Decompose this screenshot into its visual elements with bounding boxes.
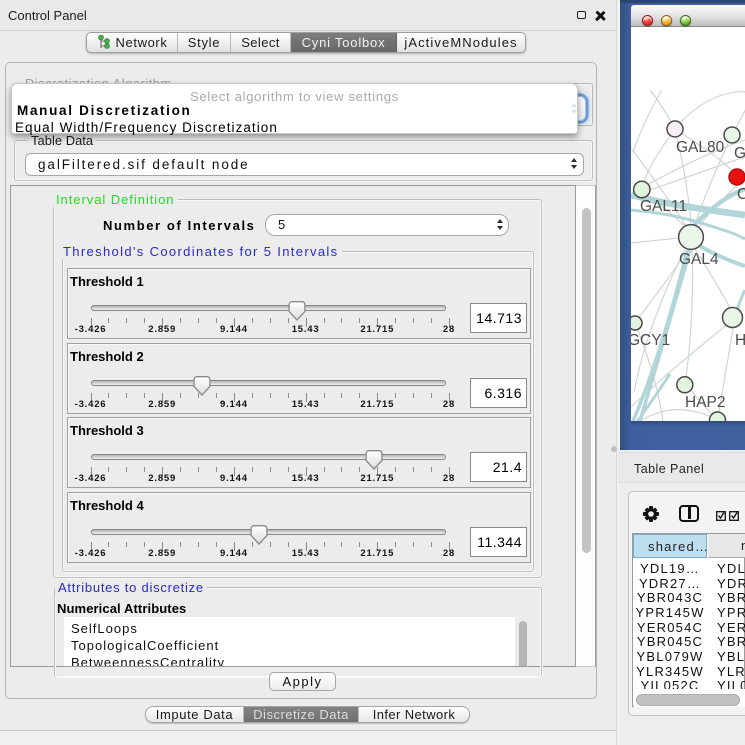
svg-text:GCY1: GCY1 (631, 332, 670, 349)
svg-text:H: H (735, 332, 745, 349)
svg-text:GA: GA (734, 145, 745, 162)
svg-text:C: C (737, 186, 745, 203)
svg-text:GAL4: GAL4 (679, 251, 719, 268)
svg-text:HAP2: HAP2 (685, 394, 726, 411)
svg-text:GAL11: GAL11 (640, 198, 687, 215)
svg-text:GAL80: GAL80 (676, 139, 725, 156)
